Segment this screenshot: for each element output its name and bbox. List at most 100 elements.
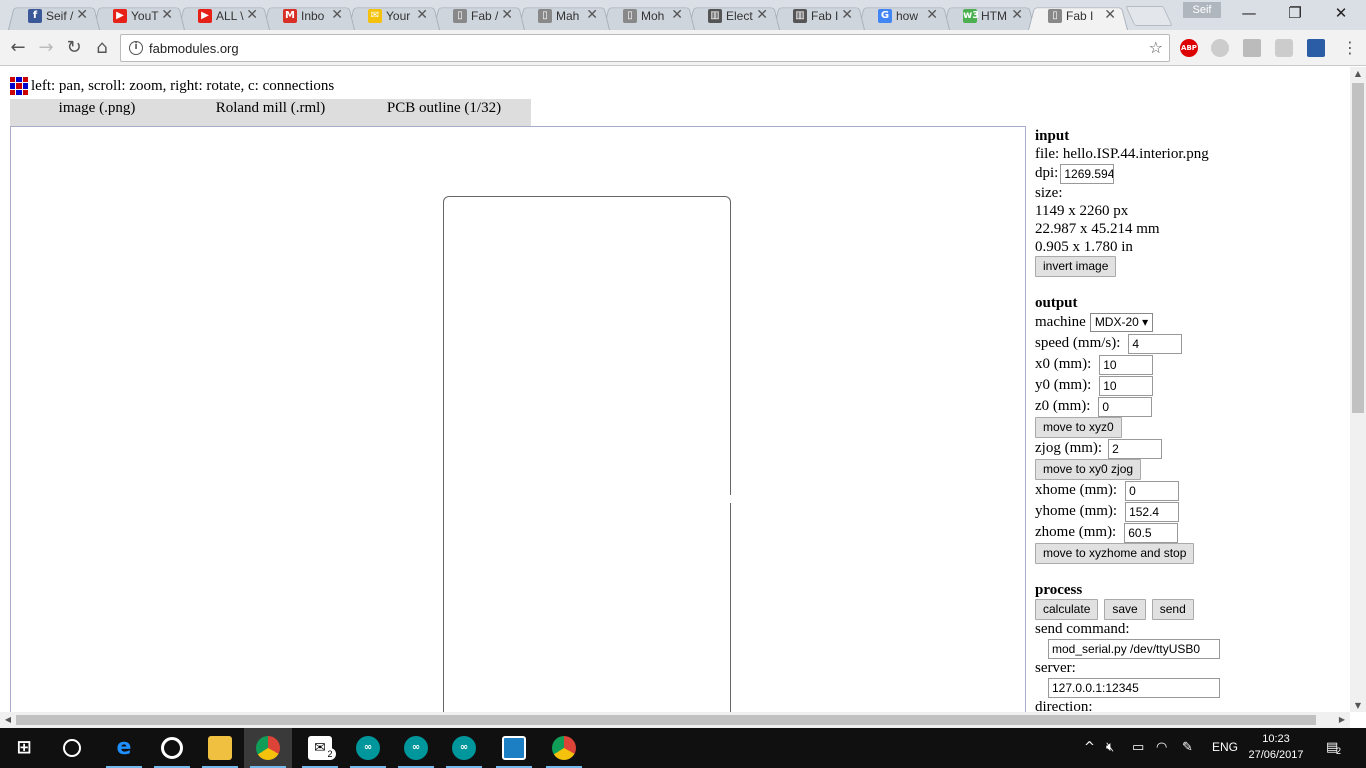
bookmark-star-icon[interactable]: ☆	[1149, 38, 1163, 57]
direction-label: direction:	[1035, 698, 1093, 713]
speed-input[interactable]: 4	[1128, 333, 1183, 354]
tab-roland-mill-rml[interactable]: Roland mill (.rml)	[184, 99, 357, 126]
browser-tab[interactable]: ▯ Fab / ✕	[433, 3, 525, 30]
extension-icon[interactable]	[1211, 39, 1229, 57]
xhome-input[interactable]: 0	[1125, 480, 1180, 501]
tab-close-icon[interactable]: ✕	[246, 7, 258, 23]
vertical-scrollbar[interactable]: ▲ ▼	[1350, 67, 1366, 712]
scroll-left-icon[interactable]: ◀	[0, 715, 16, 724]
pcb-outline-shape	[443, 196, 732, 712]
menu-dots-icon[interactable]: ⋮	[1338, 36, 1362, 60]
language-indicator[interactable]: ENG	[1212, 740, 1238, 754]
start-button[interactable]: ⊞	[0, 728, 48, 768]
drive-icon[interactable]	[1243, 39, 1261, 57]
yhome-input[interactable]: 152.4	[1125, 501, 1180, 522]
tab-close-icon[interactable]: ✕	[926, 7, 938, 23]
browser-tab[interactable]: f Seif / ✕	[8, 3, 100, 30]
server-input[interactable]: 127.0.0.1:12345	[1048, 677, 1220, 698]
browser-tab[interactable]: ▶ YouT ✕	[93, 3, 185, 30]
tab-close-icon[interactable]: ✕	[161, 7, 173, 23]
scroll-right-icon[interactable]: ▶	[1334, 715, 1350, 724]
move-to-xyzhome-button[interactable]: move to xyzhome and stop	[1035, 543, 1195, 564]
y0-input[interactable]: 10	[1099, 375, 1154, 396]
minimize-icon[interactable]: —	[1226, 4, 1272, 24]
forward-arrow-icon[interactable]: →	[34, 36, 58, 60]
scroll-down-icon[interactable]: ▼	[1350, 701, 1366, 710]
tab-close-icon[interactable]: ✕	[586, 7, 598, 23]
adblock-plus-icon[interactable]: ABP	[1180, 39, 1198, 57]
tab-close-icon[interactable]: ✕	[416, 7, 428, 23]
taskbar-chrome-active[interactable]	[244, 728, 292, 768]
controls-hint: left: pan, scroll: zoom, right: rotate, …	[10, 77, 334, 95]
battery-icon[interactable]: ▭	[1132, 740, 1144, 755]
maximize-icon[interactable]: ❐	[1272, 4, 1318, 24]
tab-close-icon[interactable]: ✕	[1104, 7, 1116, 23]
browser-tab[interactable]: ▥ Fab I ✕	[773, 3, 865, 30]
arduino-icon: ∞	[356, 736, 380, 760]
volume-muted-icon[interactable]: 🔇︎	[1106, 740, 1114, 755]
tab-close-icon[interactable]: ✕	[756, 7, 768, 23]
dpi-input[interactable]: 1269.594	[1060, 163, 1115, 184]
invert-image-button[interactable]: invert image	[1035, 256, 1117, 277]
pen-icon[interactable]: ✎	[1182, 740, 1193, 755]
browser-tab[interactable]: ▶ ALL \ ✕	[178, 3, 270, 30]
address-bar[interactable]: i fabmodules.org ☆	[120, 34, 1170, 62]
browser-tab[interactable]: ▥ Elect ✕	[688, 3, 780, 30]
browser-tab[interactable]: w3 HTM ✕	[943, 3, 1035, 30]
close-window-icon[interactable]: ✕	[1318, 4, 1364, 24]
home-icon[interactable]: ⌂	[90, 36, 114, 60]
horizontal-scroll-thumb[interactable]	[16, 715, 1316, 725]
horizontal-scrollbar[interactable]: ◀ ▶	[0, 712, 1350, 728]
taskbar-edge[interactable]: e	[100, 728, 148, 768]
zjog-input[interactable]: 2	[1108, 438, 1163, 459]
browser-tab[interactable]: M Inbo ✕	[263, 3, 355, 30]
tab-close-icon[interactable]: ✕	[76, 7, 88, 23]
scroll-up-icon[interactable]: ▲	[1350, 69, 1366, 78]
clock[interactable]: 10:23 27/06/2017	[1244, 731, 1308, 763]
taskbar-arduino-3[interactable]: ∞	[440, 728, 488, 768]
tab-pcb-outline[interactable]: PCB outline (1/32)	[357, 99, 531, 126]
taskbar-chrome-2[interactable]	[540, 728, 588, 768]
browser-tab[interactable]: ▯ Fab I ✕	[1028, 3, 1128, 30]
vertical-scroll-thumb[interactable]	[1352, 83, 1364, 413]
taskbar-arduino-2[interactable]: ∞	[392, 728, 440, 768]
move-to-xy0-zjog-button[interactable]: move to xy0 zjog	[1035, 459, 1142, 480]
tab-close-icon[interactable]: ✕	[671, 7, 683, 23]
taskbar-mail[interactable]: ✉ 2	[296, 728, 344, 768]
tab-close-icon[interactable]: ✕	[501, 7, 513, 23]
bookmark-manager-icon[interactable]	[1307, 39, 1325, 57]
extension-icon[interactable]	[1275, 39, 1293, 57]
taskbar-arduino-1[interactable]: ∞	[344, 728, 392, 768]
taskbar-media[interactable]	[148, 728, 196, 768]
profile-button[interactable]: Seif	[1183, 2, 1221, 18]
send-button[interactable]: send	[1151, 599, 1194, 620]
zhome-input[interactable]: 60.5	[1124, 522, 1179, 543]
browser-tab[interactable]: Ghow ✕	[858, 3, 950, 30]
move-to-xyz0-button[interactable]: move to xyz0	[1035, 417, 1122, 438]
send-command-input[interactable]: mod_serial.py /dev/ttyUSB0	[1048, 638, 1220, 659]
x0-input[interactable]: 10	[1099, 354, 1154, 375]
back-arrow-icon[interactable]: ←	[6, 36, 30, 60]
browser-tab[interactable]: ▯ Mah ✕	[518, 3, 610, 30]
info-icon[interactable]: i	[129, 41, 143, 55]
browser-tab[interactable]: ✉ Your ✕	[348, 3, 440, 30]
tray-chevron-up-icon[interactable]: ^	[1084, 740, 1095, 755]
tab-close-icon[interactable]: ✕	[331, 7, 343, 23]
save-button[interactable]: save	[1104, 599, 1146, 620]
taskbar-app[interactable]	[490, 728, 538, 768]
reload-icon[interactable]: ↻	[62, 36, 86, 60]
tab-close-icon[interactable]: ✕	[841, 7, 853, 23]
tab-close-icon[interactable]: ✕	[1011, 7, 1023, 23]
new-tab-button[interactable]	[1125, 6, 1173, 26]
clock-date: 27/06/2017	[1248, 749, 1304, 761]
wifi-icon[interactable]: ◠	[1156, 740, 1167, 755]
taskbar-explorer[interactable]	[196, 728, 244, 768]
cortana-button[interactable]	[48, 728, 96, 768]
z0-input[interactable]: 0	[1098, 396, 1153, 417]
tab-image-png[interactable]: image (.png)	[10, 99, 184, 126]
calculate-button[interactable]: calculate	[1035, 599, 1099, 620]
machine-select[interactable]: MDX-20 ▾	[1089, 313, 1154, 332]
toolpath-canvas[interactable]	[10, 126, 1026, 712]
y0-label: y0 (mm):	[1035, 377, 1092, 393]
browser-tab[interactable]: ▯ Moh ✕	[603, 3, 695, 30]
